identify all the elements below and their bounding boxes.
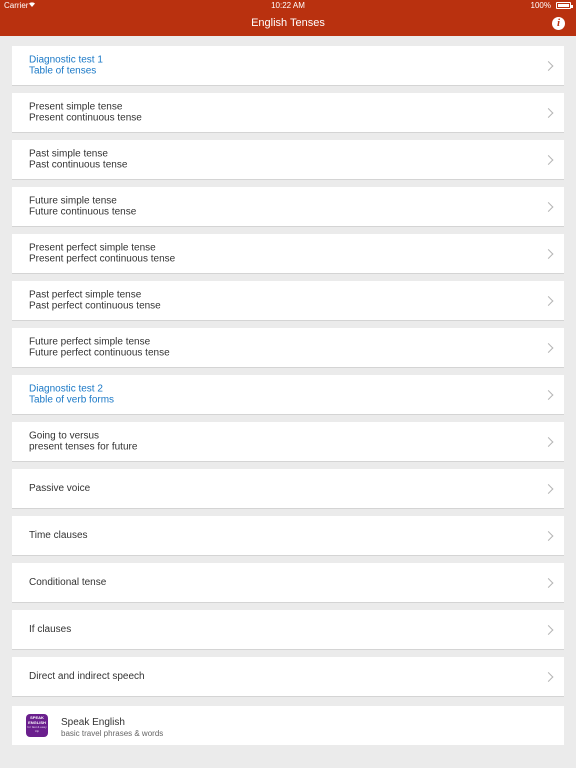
menu-row-label: Diagnostic test 1 Table of tenses [29,54,103,77]
menu-row[interactable]: Going to versus present tenses for future [12,422,564,461]
menu-row-line1: Conditional tense [29,576,107,588]
chevron-right-icon [543,530,554,541]
menu-row-line1: Present simple tense [29,101,123,112]
nav-bar: English Tenses i [0,12,576,36]
menu-row[interactable]: Passive voice [12,469,564,508]
battery-percent: 100% [530,1,551,10]
menu-row-label: Past perfect simple tense Past perfect co… [29,289,161,312]
chevron-right-icon [543,248,554,259]
menu-row-label: Present simple tense Present continuous t… [29,101,142,124]
menu-row-line2: Future continuous tense [29,206,137,218]
menu-row-line2: Future perfect continuous tense [29,347,170,359]
menu-row[interactable]: Conditional tense [12,563,564,602]
menu-row[interactable]: Diagnostic test 1 Table of tenses [12,46,564,85]
menu-row[interactable]: Time clauses [12,516,564,555]
menu-row-label: If clauses [29,624,71,636]
tense-menu-list: Diagnostic test 1 Table of tenses Present … [12,46,564,704]
menu-row-line2: Table of verb forms [29,394,115,406]
menu-row-label: Conditional tense [29,577,106,589]
speak-english-app-icon: SPEAK ENGLISH for fast & easy trip [26,714,48,737]
menu-row-line2: Present continuous tense [29,112,142,124]
menu-row-label: Diagnostic test 2 Table of verb forms [29,383,114,406]
menu-row[interactable]: Past perfect simple tense Past perfect co… [12,281,564,320]
menu-row-line1: Passive voice [29,482,91,494]
menu-row-line1: If clauses [29,623,72,635]
menu-row-label: Going to versus present tenses for future [29,430,137,453]
menu-row[interactable]: Past simple tense Past continuous tense [12,140,564,179]
status-time: 10:22 AM [271,1,305,10]
menu-row-line1: Going to versus [29,430,100,441]
menu-row[interactable]: Future perfect simple tense Future perfec… [12,328,564,367]
menu-row-label: Past simple tense Past continuous tense [29,148,127,171]
menu-row-label: Future simple tense Future continuous ten… [29,195,136,218]
menu-row-line2: Table of tenses [29,65,97,77]
menu-row-line1: Diagnostic test 1 [29,54,103,65]
status-bar: Carrier 10:22 AM 100% [0,0,576,12]
chevron-right-icon [543,154,554,165]
menu-row[interactable]: Present perfect simple tense Present perf… [12,234,564,273]
info-icon[interactable]: i [552,17,565,30]
menu-row-line1: Present perfect simple tense [29,242,156,253]
menu-row-label: Passive voice [29,483,90,495]
chevron-right-icon [543,436,554,447]
menu-row-line2: Past perfect continuous tense [29,300,161,312]
menu-row-line1: Time clauses [29,529,88,541]
menu-row[interactable]: Direct and indirect speech [12,657,564,696]
promo-title: Speak English [61,717,125,728]
chevron-right-icon [543,342,554,353]
menu-row-line1: Past perfect simple tense [29,289,142,300]
page-title: English Tenses [251,17,325,29]
chevron-right-icon [543,671,554,682]
chevron-right-icon [543,577,554,588]
menu-row-line2: present tenses for future [29,441,138,453]
promo-subtitle: basic travel phrases & words [61,729,164,738]
menu-row-label: Present perfect simple tense Present perf… [29,242,175,265]
menu-row[interactable]: Diagnostic test 2 Table of verb forms [12,375,564,414]
menu-row-line1: Future perfect simple tense [29,336,151,347]
chevron-right-icon [543,60,554,71]
menu-row-line2: Past continuous tense [29,159,128,171]
menu-row-label: Future perfect simple tense Future perfec… [29,336,170,359]
chevron-right-icon [543,483,554,494]
menu-row-label: Direct and indirect speech [29,671,145,683]
menu-row[interactable]: Future simple tense Future continuous ten… [12,187,564,226]
menu-row-line1: Future simple tense [29,195,117,206]
menu-row[interactable]: Present simple tense Present continuous t… [12,93,564,132]
menu-row-line2: Present perfect continuous tense [29,253,176,265]
battery-icon [556,2,573,9]
menu-row-label: Time clauses [29,530,88,542]
chevron-right-icon [543,107,554,118]
menu-row-line1: Diagnostic test 2 [29,383,103,394]
menu-row-line1: Past simple tense [29,148,108,159]
chevron-right-icon [543,295,554,306]
chevron-right-icon [543,389,554,400]
promo-app-row[interactable]: SPEAK ENGLISH for fast & easy trip Speak… [12,706,564,745]
chevron-right-icon [543,624,554,635]
menu-row-line1: Direct and indirect speech [29,670,145,682]
chevron-right-icon [543,201,554,212]
menu-row[interactable]: If clauses [12,610,564,649]
